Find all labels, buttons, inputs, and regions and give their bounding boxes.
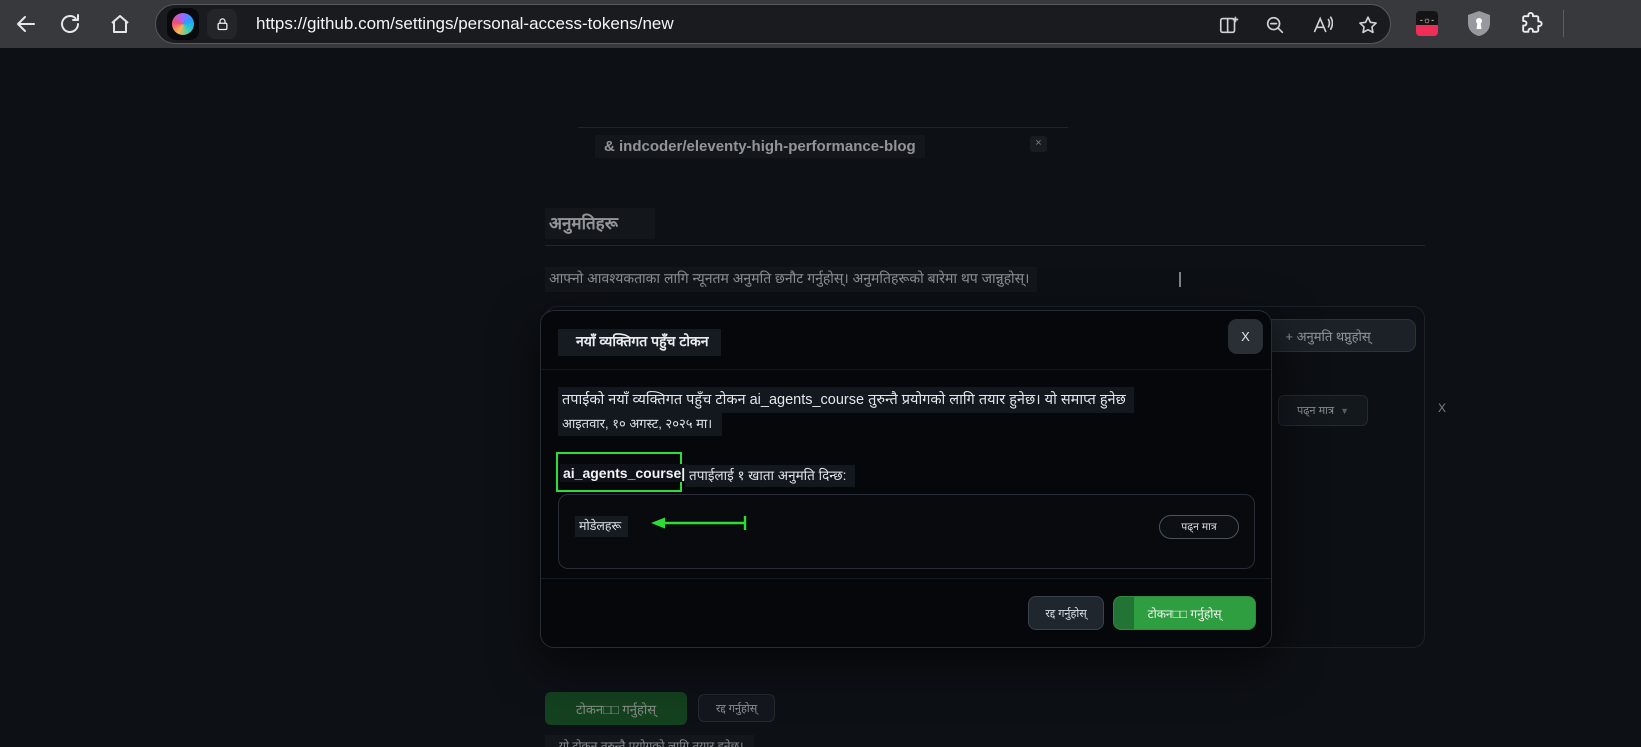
dialog-intro-text: तपाईको नयाँ व्यक्तिगत पहुँच टोकन ai_agen…: [558, 387, 1134, 413]
new-token-confirm-dialog: नयाँ व्यक्तिगत पहुँच टोकन X तपाईको नयाँ …: [540, 310, 1272, 648]
dialog-expiry-text: आइतवार, १० अगस्ट, २०२५ मा।: [558, 412, 723, 436]
back-icon[interactable]: [14, 12, 38, 36]
url-text[interactable]: https://github.com/settings/personal-acc…: [256, 5, 674, 43]
permission-access-pill[interactable]: पढ्न मात्र: [1159, 515, 1239, 539]
red-extension-icon[interactable]: -☼-: [1416, 11, 1438, 36]
address-bar[interactable]: https://github.com/settings/personal-acc…: [155, 4, 1391, 44]
dialog-create-token-button[interactable]: टोकन□□ गर्नुहोस्: [1113, 596, 1256, 630]
dialog-close-button[interactable]: X: [1228, 319, 1263, 354]
zoom-out-icon[interactable]: [1264, 14, 1286, 36]
extensions-puzzle-icon[interactable]: [1519, 11, 1544, 36]
home-icon[interactable]: [108, 12, 132, 36]
dialog-cancel-button[interactable]: रद्द गर्नुहोस्: [1028, 596, 1104, 630]
permission-name-label: मोडेलहरू: [575, 516, 629, 537]
browser-toolbar: https://github.com/settings/personal-acc…: [0, 0, 1641, 48]
read-aloud-icon[interactable]: [1311, 14, 1334, 36]
split-screen-icon[interactable]: [1218, 14, 1240, 36]
dialog-title: नयाँ व्यक्तिगत पहुँच टोकन: [558, 329, 721, 356]
token-name-text: ai_agents_course|: [560, 464, 689, 482]
annotation-arrow-icon: [647, 515, 759, 531]
security-shield-icon[interactable]: [1467, 10, 1491, 37]
toolbar-separator: [1563, 10, 1564, 37]
permission-summary-panel: मोडेलहरू पढ्न मात्र: [558, 494, 1255, 569]
refresh-icon[interactable]: [58, 12, 82, 36]
dialog-header-divider: [541, 369, 1271, 370]
dialog-footer-divider: [541, 578, 1271, 579]
copilot-icon[interactable]: [167, 8, 199, 40]
favorite-star-icon[interactable]: [1357, 14, 1379, 36]
browser-window: https://github.com/settings/personal-acc…: [0, 0, 1641, 747]
grants-text: तपाईलाई १ खाता अनुमति दिन्छ:: [685, 465, 856, 487]
site-lock-icon[interactable]: [207, 9, 237, 39]
